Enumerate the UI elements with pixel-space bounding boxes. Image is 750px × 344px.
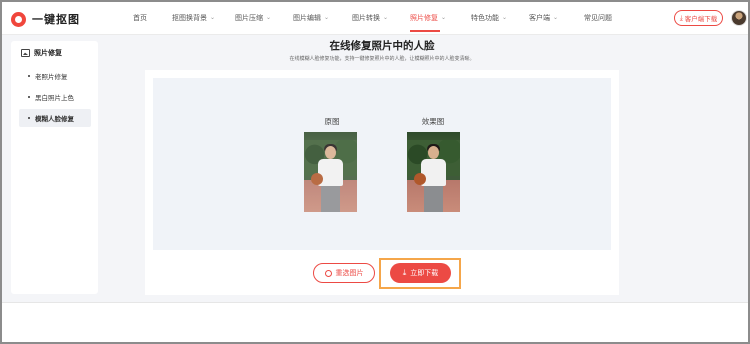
chevron-down-icon: ⌄ (266, 14, 272, 21)
chevron-down-icon: ⌄ (502, 14, 508, 21)
client-download-button[interactable]: ⤓ 客户端下载 (674, 10, 723, 26)
bullet-icon (28, 117, 30, 119)
original-label: 原图 (324, 117, 340, 126)
logo-text: 一键抠图 (32, 13, 80, 26)
page-subtitle: 在线模糊人脸修复功能，支持一键修复照片中的人脸，让模糊照片中的人脸变清晰。 (289, 56, 475, 62)
original-photo (304, 132, 357, 212)
active-nav-indicator (410, 30, 440, 32)
refresh-icon (324, 269, 332, 277)
chevron-down-icon: ⌄ (210, 14, 216, 21)
nav-item-image-convert[interactable]: 图片转换 ⌄ (352, 13, 388, 23)
nav-item-image-edit[interactable]: 图片编辑 ⌄ (293, 13, 329, 23)
nav-item-client[interactable]: 客户端 ⌄ (529, 13, 558, 23)
reselect-image-button[interactable]: 重选图片 (313, 263, 375, 283)
sidebar-item-old-photo-repair[interactable]: 老照片修复 (19, 67, 91, 85)
logo-icon (11, 11, 26, 27)
sidebar: 照片修复 老照片修复 黑白照片上色 模糊人脸修复 (11, 41, 98, 294)
sidebar-item-face-repair[interactable]: 模糊人脸修复 (19, 109, 91, 127)
chevron-down-icon: ⌄ (324, 14, 330, 21)
download-icon: ⤓ (679, 13, 683, 22)
nav-item-photo-repair[interactable]: 照片修复 ⌄ (410, 13, 446, 23)
sidebar-item-colorize[interactable]: 黑白照片上色 (19, 88, 91, 106)
avatar[interactable] (731, 10, 747, 26)
nav-item-image-compress[interactable]: 图片压缩 ⌄ (235, 13, 271, 23)
download-now-button[interactable]: ⤓ 立即下载 (390, 263, 451, 283)
chevron-down-icon: ⌄ (383, 14, 389, 21)
page-title: 在线修复照片中的人脸 (329, 40, 435, 52)
bullet-icon (28, 96, 30, 98)
nav-item-faq[interactable]: 常见问题 (584, 13, 612, 23)
nav-item-features[interactable]: 特色功能 ⌄ (471, 13, 507, 23)
page-footer-area (2, 302, 748, 342)
nav-item-home[interactable]: 首页 (133, 13, 147, 23)
preview-area (153, 78, 611, 250)
image-icon (21, 49, 30, 57)
chevron-down-icon: ⌄ (441, 14, 447, 21)
sidebar-title: 照片修复 (21, 48, 62, 58)
result-photo (407, 132, 460, 212)
chevron-down-icon: ⌄ (553, 14, 559, 21)
bullet-icon (28, 75, 30, 77)
logo[interactable]: 一键抠图 (11, 11, 80, 27)
nav-item-cutout-background[interactable]: 抠图换背景 ⌄ (172, 13, 215, 23)
result-label: 效果图 (421, 117, 445, 126)
top-navigation-bar: 一键抠图 首页 抠图换背景 ⌄ 图片压缩 ⌄ 图片编辑 ⌄ 图片转换 ⌄ 照片修复 ⌄ 特… (2, 2, 748, 35)
app-window: 一键抠图 首页 抠图换背景 ⌄ 图片压缩 ⌄ 图片编辑 ⌄ 图片转换 ⌄ 照片修复 ⌄ 特… (0, 0, 750, 344)
download-icon: ⤓ (402, 268, 407, 277)
